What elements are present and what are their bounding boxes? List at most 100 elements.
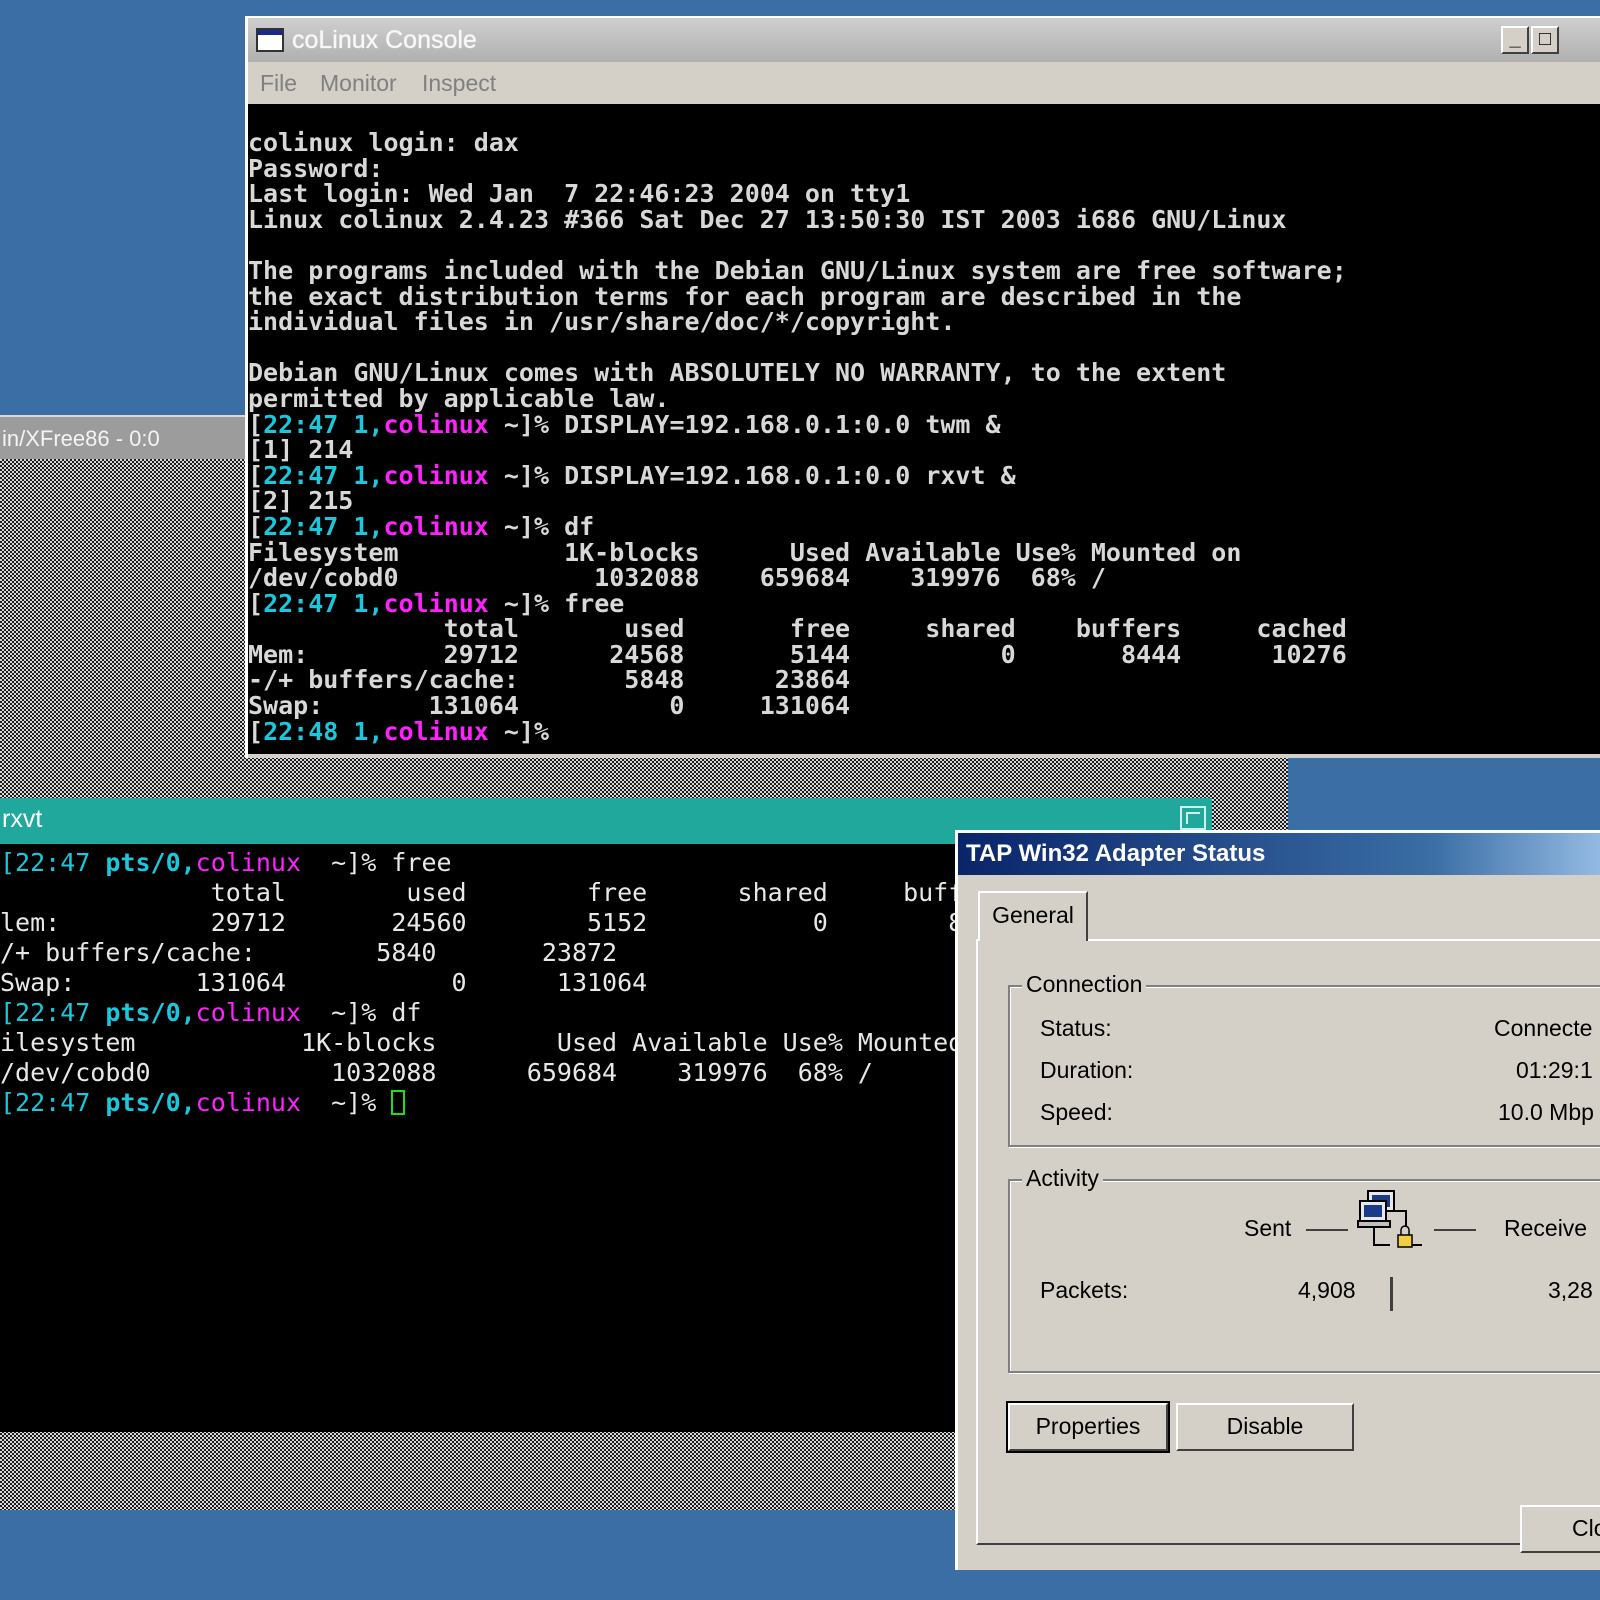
rxvt-title: rxvt: [2, 805, 43, 833]
console-line: [22:47 1,colinux ~]% DISPLAY=192.168.0.1…: [248, 460, 1600, 490]
rxvt-segment: [22:47: [0, 848, 106, 877]
rxvt-line: [22:47 pts/0,colinux ~]% free: [0, 848, 956, 878]
console-segment: ~]% DISPLAY=192.168.0.1:0.0 rxvt &: [488, 460, 1016, 490]
console-line: [22:47 1,colinux ~]% free: [248, 590, 1600, 617]
rxvt-line: ilesystem 1K-blocks Used Available Use% …: [0, 1028, 956, 1058]
console-line: Linux colinux 2.4.23 #366 Sat Dec 27 13:…: [248, 204, 1600, 234]
console-title: coLinux Console: [292, 26, 477, 54]
console-line: [22:48 1,colinux ~]%: [248, 716, 1600, 746]
console-line: Debian GNU/Linux comes with ABSOLUTELY N…: [248, 360, 1600, 386]
console-line: individual files in /usr/share/doc/*/cop…: [248, 309, 1600, 335]
sent-line: [1306, 1229, 1348, 1231]
rxvt-line: lem: 29712 24560 5152 0 8444: [0, 908, 956, 938]
console-line: permitted by applicable law.: [248, 386, 1600, 412]
console-segment: 1,: [353, 460, 384, 490]
packets-sent-value: 4,908: [1298, 1277, 1356, 1303]
colinux-console-window[interactable]: coLinux Console _ □ File Monitor Inspect…: [245, 16, 1600, 758]
console-line: -/+ buffers/cache: 5848 23864: [248, 667, 1600, 693]
menu-monitor[interactable]: Monitor: [320, 70, 397, 97]
rxvt-window[interactable]: rxvt [22:47 pts/0,colinux ~]% free total…: [0, 798, 1212, 1432]
console-line: Password:: [248, 155, 1600, 182]
duration-label: Duration:: [1040, 1057, 1134, 1083]
maximize-button[interactable]: □: [1531, 26, 1559, 54]
terminal-text: [22:47 pts/0,colinux ~]% free total used…: [0, 848, 956, 1118]
terminal-cursor: [391, 1090, 406, 1115]
rxvt-segment: pts/0,: [105, 1088, 196, 1117]
rxvt-segment: [22:47: [0, 1088, 106, 1117]
disable-button[interactable]: Disable: [1176, 1403, 1354, 1451]
console-segment: colinux: [383, 716, 489, 746]
console-segment: ~]%: [488, 716, 550, 746]
rxvt-line: [22:47 pts/0,colinux ~]% df: [0, 998, 956, 1028]
dialog-title: TAP Win32 Adapter Status: [966, 840, 1266, 867]
rxvt-line: /dev/cobd0 1032088 659684 319976 68% /: [0, 1058, 956, 1088]
status-value: Connecte: [1494, 1015, 1593, 1041]
rxvt-segment: lem: 29712 24560 5152 0 8444: [0, 908, 956, 937]
console-line: colinux login: dax: [248, 130, 1600, 156]
rxvt-line: total used free shared buffers: [0, 878, 956, 908]
received-line: [1434, 1229, 1476, 1231]
console-title-bar[interactable]: coLinux Console _ □: [248, 18, 1600, 62]
console-segment: Linux colinux 2.4.23 #366 Sat Dec 27 13:…: [248, 204, 1287, 234]
console-line: Last login: Wed Jan 7 22:46:23 2004 on t…: [248, 181, 1600, 207]
console-segment: 1,: [353, 716, 384, 746]
rxvt-line: Swap: 131064 0 131064: [0, 968, 956, 998]
rxvt-segment: pts/0,: [105, 998, 196, 1027]
connection-group: Connection Status: Connecte Duration: 01…: [1008, 971, 1600, 1147]
rxvt-segment: colinux: [195, 848, 302, 877]
network-computers-icon: [1357, 1190, 1422, 1248]
packets-label: Packets:: [1040, 1277, 1129, 1303]
rxvt-segment: ~]%: [301, 1088, 392, 1117]
speed-label: Speed:: [1040, 1099, 1113, 1125]
console-segment: colinux: [383, 409, 489, 439]
packets-received-value: 3,28: [1548, 1277, 1593, 1303]
xfree86-window-title[interactable]: in/XFree86 - 0:0: [0, 415, 248, 459]
rxvt-segment: [22:47: [0, 998, 106, 1027]
console-line: Mem: 29712 24568 5144 0 8444 10276: [248, 642, 1600, 668]
window-icon: [256, 28, 284, 52]
sent-label: Sent: [1244, 1215, 1292, 1241]
rxvt-line: [22:47 pts/0,colinux ~]%: [0, 1088, 956, 1118]
rxvt-segment: /dev/cobd0 1032088 659684 319976 68% /: [0, 1058, 873, 1087]
console-line: [2] 215: [248, 488, 1600, 514]
minimize-button[interactable]: _: [1501, 26, 1529, 54]
tap-adapter-status-dialog[interactable]: TAP Win32 Adapter Status General Connect…: [955, 830, 1600, 1570]
activity-group: Activity Sent Receive Packets: 4,908 3,2…: [1008, 1165, 1600, 1373]
rxvt-terminal-output[interactable]: [22:47 pts/0,colinux ~]% free total used…: [0, 848, 956, 1432]
packets-divider: [1390, 1277, 1393, 1311]
console-line: Swap: 131064 0 131064: [248, 693, 1600, 719]
console-segment: ~]% DISPLAY=192.168.0.1:0.0 twm &: [488, 409, 1001, 439]
console-line: total used free shared buffers cached: [248, 616, 1600, 642]
console-menu-bar: File Monitor Inspect: [248, 64, 1600, 104]
console-segment: individual files in /usr/share/doc/*/cop…: [248, 307, 956, 337]
rxvt-segment: ~]% df: [301, 998, 422, 1027]
console-line: [1] 214: [248, 437, 1600, 463]
console-segment: 1,: [353, 409, 384, 439]
rxvt-line: /+ buffers/cache: 5840 23872: [0, 938, 956, 968]
connection-group-label: Connection: [1022, 971, 1147, 998]
received-label: Receive: [1504, 1215, 1588, 1241]
properties-button[interactable]: Properties: [1006, 1401, 1170, 1453]
rxvt-segment: colinux: [195, 1088, 302, 1117]
console-line: Filesystem 1K-blocks Used Available Use%…: [248, 539, 1600, 566]
console-line: [22:47 1,colinux ~]% df: [248, 514, 1600, 540]
close-button[interactable]: Clo: [1520, 1505, 1600, 1553]
console-screen[interactable]: colinux login: dax Password: Last login: W…: [248, 104, 1600, 754]
console-segment: 22:48: [263, 716, 354, 746]
menu-inspect[interactable]: Inspect: [422, 70, 496, 97]
console-line: The programs included with the Debian GN…: [248, 258, 1600, 284]
rxvt-segment: ~]% free: [301, 848, 452, 877]
rxvt-segment: pts/0,: [105, 848, 196, 877]
menu-file[interactable]: File: [260, 70, 297, 97]
dialog-title-bar[interactable]: TAP Win32 Adapter Status: [958, 833, 1600, 875]
activity-group-label: Activity: [1022, 1165, 1103, 1192]
console-line: /dev/cobd0 1032088 659684 319976 68% /: [248, 565, 1600, 591]
iconify-icon[interactable]: [1180, 806, 1206, 830]
tab-general[interactable]: General: [978, 891, 1088, 941]
rxvt-segment: ilesystem 1K-blocks Used Available Use% …: [0, 1028, 956, 1057]
duration-value: 01:29:1: [1516, 1057, 1593, 1083]
console-segment: colinux: [383, 460, 489, 490]
console-line: [22:47 1,colinux ~]% DISPLAY=192.168.0.1…: [248, 409, 1600, 439]
